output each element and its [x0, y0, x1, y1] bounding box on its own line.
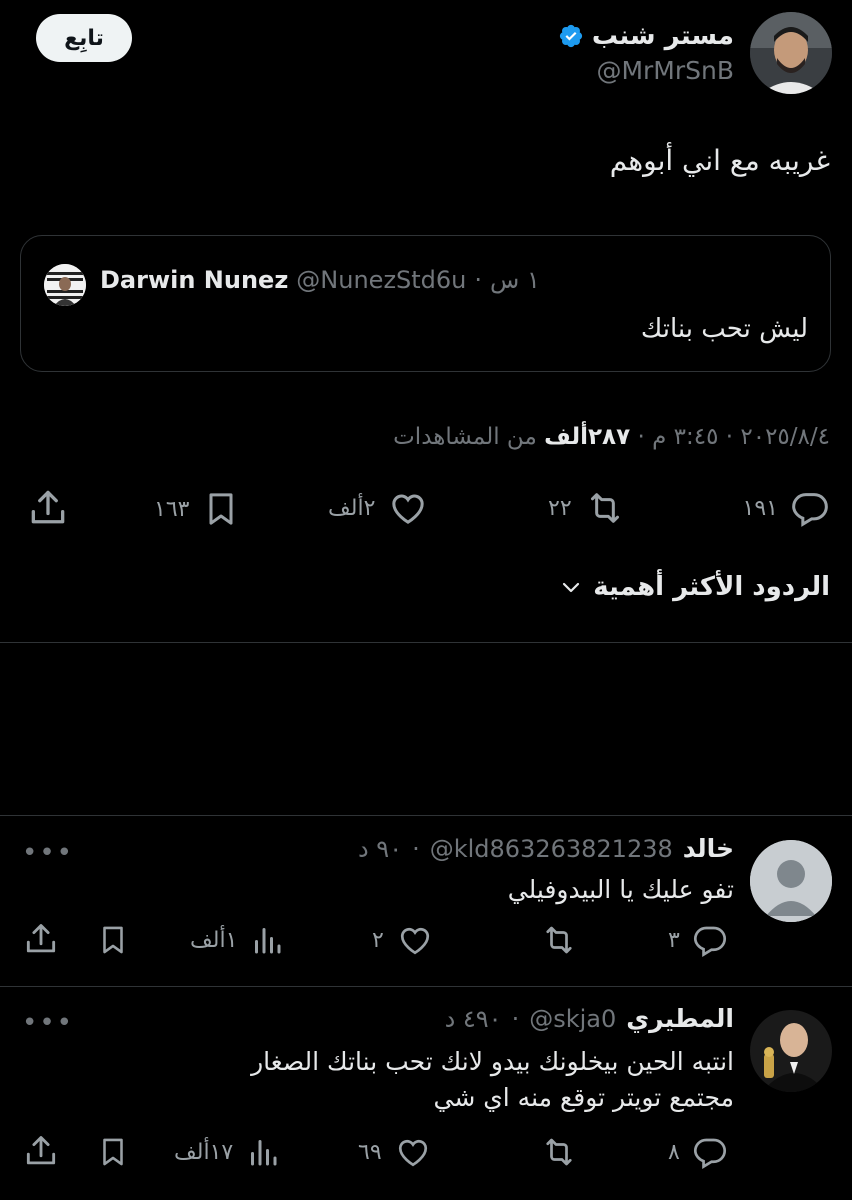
bookmark-action[interactable]: [96, 922, 130, 958]
reply-text-line: انتبه الحين بيخلونك بيدو لانك تحب بناتك …: [251, 1047, 734, 1076]
quoted-tweet-header: Darwin Nunez @NunezStd6u · ١ س: [100, 266, 540, 294]
reply-icon: [692, 1134, 728, 1170]
heart-icon: [387, 488, 429, 528]
heart-icon: [394, 1134, 432, 1170]
repost-action[interactable]: ٢٢: [548, 488, 626, 528]
separator: ·: [412, 834, 420, 863]
repost-action[interactable]: [540, 922, 578, 958]
reply-header: المطيري @skja0 · ٤٩٠ د: [445, 1004, 734, 1033]
bookmark-action[interactable]: ١٦٣: [154, 488, 241, 530]
reply-author-handle[interactable]: @skja0: [529, 1005, 616, 1033]
like-count: ٢ألف: [328, 495, 376, 521]
author-avatar[interactable]: [750, 12, 832, 94]
separator: ·: [474, 266, 483, 294]
reply-header: خالد @kld863263821238 · ٩٠ د: [358, 834, 734, 863]
reply-text: تفو عليك يا البيدوفيلي: [507, 875, 734, 904]
analytics-icon: [249, 922, 285, 958]
author-name-row: مستر شنب: [558, 16, 734, 56]
reply-count: ١٩١: [742, 495, 778, 521]
divider: [0, 642, 852, 643]
bookmark-action[interactable]: [96, 1134, 130, 1170]
like-action[interactable]: ٢: [372, 922, 434, 958]
share-icon: [22, 1132, 60, 1170]
quoted-author-avatar[interactable]: [44, 264, 86, 306]
reply-avatar-default[interactable]: [750, 840, 832, 922]
quoted-tweet-card[interactable]: [20, 235, 831, 372]
separator: ·: [511, 1004, 520, 1033]
replies-sort-label: الردود الأكثر أهمية: [593, 572, 830, 602]
quoted-author-handle[interactable]: @NunezStd6u: [296, 266, 466, 294]
quoted-author-name[interactable]: Darwin Nunez: [100, 266, 288, 294]
repost-icon: [540, 1134, 578, 1170]
reply-action[interactable]: ٣: [668, 922, 728, 958]
like-action[interactable]: ٦٩: [358, 1134, 432, 1170]
analytics-icon: [245, 1134, 281, 1170]
follow-button[interactable]: تابِع: [36, 14, 132, 62]
share-action[interactable]: [22, 920, 60, 958]
views-action[interactable]: ١٧ألف: [174, 1134, 281, 1170]
reply-text-line: مجتمع تويتر توقع منه اي شي: [433, 1083, 734, 1112]
views-count: ١ألف: [190, 927, 238, 953]
reply-time[interactable]: ٤٩٠ د: [445, 1005, 502, 1033]
reply-action[interactable]: ١٩١: [743, 488, 830, 528]
share-icon: [22, 920, 60, 958]
reply-time[interactable]: ٩٠ د: [358, 835, 402, 863]
quoted-tweet-text: ليش تحب بناتك: [640, 314, 808, 344]
views-count: ٢٨٧ألف: [544, 424, 631, 450]
bookmark-count: ١٦٣: [154, 496, 190, 522]
reply-icon: [790, 488, 830, 528]
more-options-icon[interactable]: •••: [22, 1008, 74, 1038]
heart-icon: [396, 922, 434, 958]
reply-author-name[interactable]: المطيري: [626, 1004, 734, 1033]
like-count: ٢: [372, 927, 384, 953]
bookmark-icon: [201, 488, 241, 530]
reply-author-avatar[interactable]: [750, 1010, 832, 1092]
repost-count: ٢٢: [548, 495, 572, 521]
divider: [0, 986, 852, 987]
share-action[interactable]: [26, 486, 70, 530]
verified-badge-icon: [558, 23, 584, 49]
reply-author-name[interactable]: خالد: [683, 834, 734, 863]
reply-icon: [692, 922, 728, 958]
views-action[interactable]: ١ألف: [190, 922, 285, 958]
separator: ·: [637, 424, 645, 450]
chevron-down-icon: [559, 575, 583, 599]
divider: [0, 815, 852, 816]
author-handle[interactable]: @MrMrSnB: [596, 56, 734, 85]
reply-count: ٣: [668, 927, 680, 953]
share-icon: [26, 486, 70, 530]
replies-sort-dropdown[interactable]: الردود الأكثر أهمية: [559, 572, 830, 602]
tweet-meta-line: ٢٠٢٥/٨/٤ · ٣:٤٥ م · ٢٨٧ألف من المشاهدات: [393, 424, 830, 450]
tweet-text: غريبه مع اني أبوهم: [609, 144, 830, 177]
repost-action[interactable]: [540, 1134, 578, 1170]
more-options-icon[interactable]: •••: [22, 838, 74, 868]
share-action[interactable]: [22, 1132, 60, 1170]
reply-text: انتبه الحين بيخلونك بيدو لانك تحب بناتك …: [251, 1044, 734, 1116]
repost-icon: [584, 488, 626, 528]
reply-action[interactable]: ٨: [668, 1134, 728, 1170]
tweet-time[interactable]: ٣:٤٥ م: [652, 424, 718, 450]
views-count: ١٧ألف: [174, 1139, 234, 1165]
tweet-date[interactable]: ٢٠٢٥/٨/٤: [740, 424, 830, 450]
like-count: ٦٩: [358, 1139, 382, 1165]
reply-author-handle[interactable]: @kld863263821238: [430, 835, 673, 863]
separator: ·: [725, 424, 734, 450]
like-action[interactable]: ٢ألف: [328, 488, 429, 528]
repost-icon: [540, 922, 578, 958]
author-name[interactable]: مستر شنب: [592, 21, 734, 51]
views-label: من المشاهدات: [393, 424, 537, 450]
quoted-tweet-time[interactable]: ١ س: [490, 266, 540, 294]
bookmark-icon: [96, 1134, 130, 1170]
reply-count: ٨: [668, 1139, 680, 1165]
bookmark-icon: [96, 922, 130, 958]
